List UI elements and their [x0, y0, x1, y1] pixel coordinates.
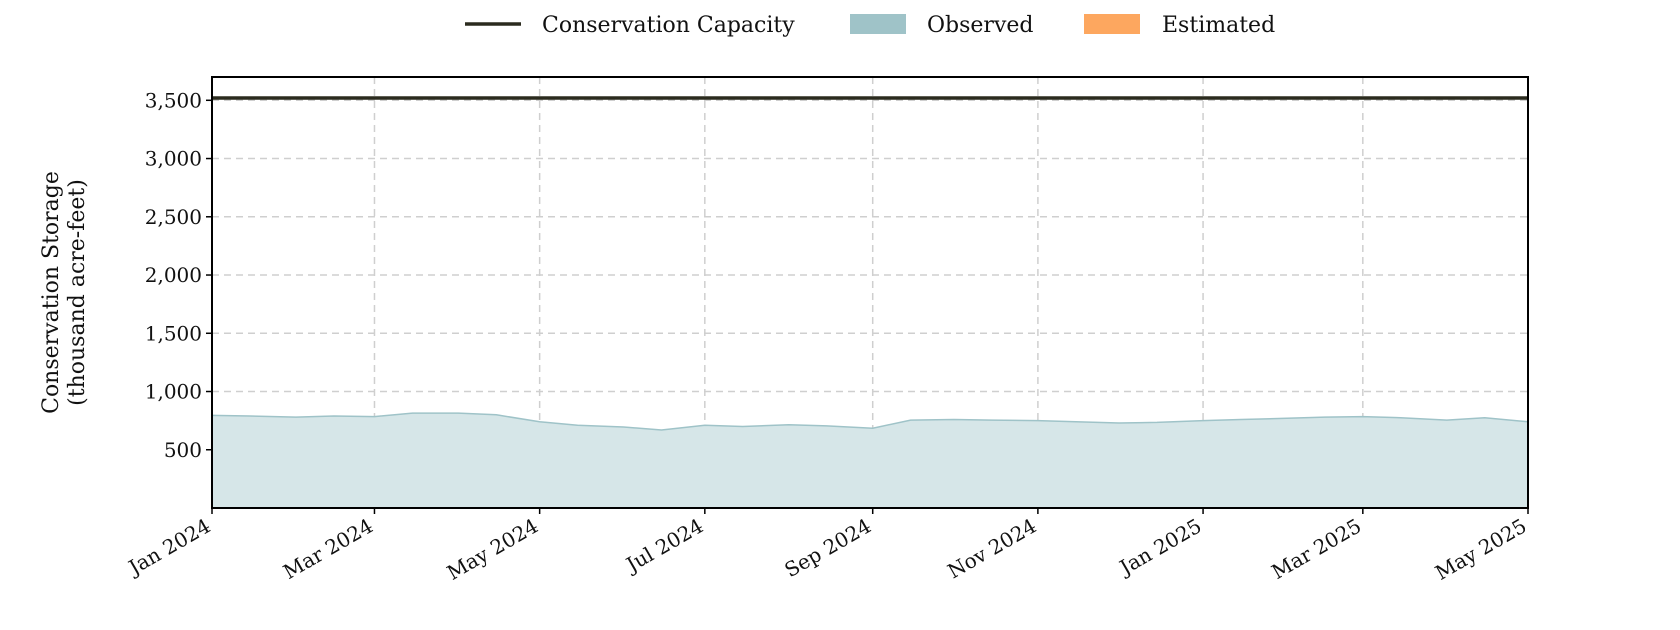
- legend: Conservation Capacity Observed Estimated: [465, 13, 1275, 38]
- y-axis-title: Conservation Storage(thousand acre-feet): [39, 171, 90, 414]
- legend-label-2: Estimated: [1162, 13, 1275, 38]
- legend-swatch-2: [1084, 14, 1140, 34]
- y-axis-ticks: 500 1,000 1,500 2,000 2,500 3,000 3,500: [145, 88, 212, 462]
- y-tick-label-4: 2,500: [145, 205, 202, 229]
- legend-swatch-1: [850, 14, 906, 34]
- y-tick-label-5: 3,000: [145, 147, 202, 171]
- x-tick-label-5: Nov 2024: [943, 514, 1040, 584]
- y-tick-label-1: 1,000: [145, 380, 202, 404]
- y-axis-title-line-0: Conservation Storage: [39, 171, 64, 414]
- storage-chart: Conservation Capacity Observed Estimated 5…: [39, 13, 1531, 585]
- y-tick-label-6: 3,500: [145, 88, 202, 112]
- series-layer: [211, 96, 1529, 508]
- y-tick-label-3: 2,000: [145, 263, 202, 287]
- legend-label-1: Observed: [927, 13, 1033, 38]
- x-tick-label-3: Jul 2024: [620, 514, 707, 578]
- x-tick-label-0: Jan 2024: [123, 514, 215, 581]
- x-tick-label-7: Mar 2025: [1267, 514, 1365, 584]
- x-axis-ticks: Jan 2024 Mar 2024 May 2024 Jul 2024 Sep 2024…: [123, 508, 1531, 585]
- y-axis-title-line-1: (thousand acre-feet): [65, 179, 90, 406]
- x-tick-label-4: Sep 2024: [780, 514, 875, 583]
- x-tick-label-1: Mar 2024: [279, 514, 377, 584]
- x-tick-label-8: May 2025: [1431, 514, 1530, 585]
- y-tick-label-0: 500: [164, 438, 202, 462]
- y-tick-label-2: 1,500: [145, 321, 202, 345]
- legend-label-0: Conservation Capacity: [542, 13, 795, 38]
- x-tick-label-2: May 2024: [443, 514, 542, 585]
- x-tick-label-6: Jan 2025: [1114, 514, 1206, 581]
